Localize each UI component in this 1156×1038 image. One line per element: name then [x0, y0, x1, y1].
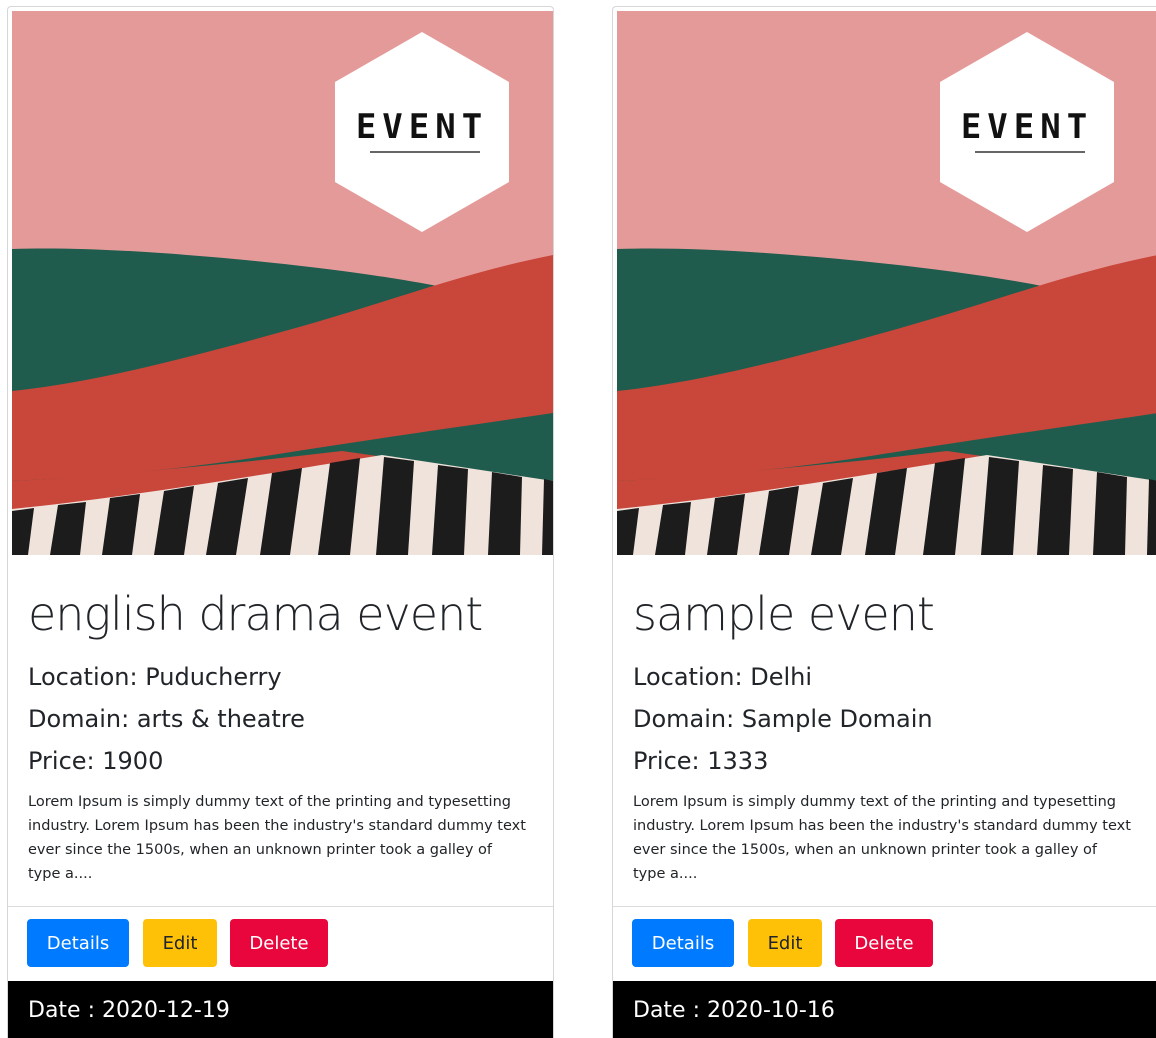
- event-date: Date : 2020-10-16: [613, 981, 1156, 1038]
- event-location: Location: Puducherry: [28, 663, 282, 691]
- event-price: Price: 1900: [28, 747, 164, 775]
- event-date: Date : 2020-12-19: [8, 981, 553, 1038]
- delete-button[interactable]: Delete: [230, 919, 328, 967]
- edit-button[interactable]: Edit: [143, 919, 217, 967]
- event-location: Location: Delhi: [633, 663, 813, 691]
- poster-artwork: [12, 11, 553, 555]
- event-price: Price: 1333: [633, 747, 769, 775]
- event-domain: Domain: Sample Domain: [633, 705, 933, 733]
- event-card: EVENT english drama event Location: Pudu…: [7, 6, 554, 1038]
- event-description: Lorem Ipsum is simply dummy text of the …: [28, 794, 526, 882]
- event-badge-text: EVENT: [960, 107, 1094, 147]
- details-button[interactable]: Details: [632, 919, 734, 967]
- event-description: Lorem Ipsum is simply dummy text of the …: [633, 794, 1131, 882]
- event-title: english drama event: [28, 587, 483, 641]
- card-divider: [8, 906, 553, 907]
- event-domain: Domain: arts & theatre: [28, 705, 305, 733]
- event-card: EVENT sample event Location: Delhi Domai…: [612, 6, 1156, 1038]
- event-badge-text: EVENT: [355, 107, 489, 147]
- event-poster-image: EVENT: [617, 11, 1156, 555]
- event-poster-image: EVENT: [12, 11, 553, 555]
- event-title: sample event: [633, 587, 935, 641]
- card-divider: [613, 906, 1156, 907]
- poster-artwork: [617, 11, 1156, 555]
- details-button[interactable]: Details: [27, 919, 129, 967]
- edit-button[interactable]: Edit: [748, 919, 822, 967]
- delete-button[interactable]: Delete: [835, 919, 933, 967]
